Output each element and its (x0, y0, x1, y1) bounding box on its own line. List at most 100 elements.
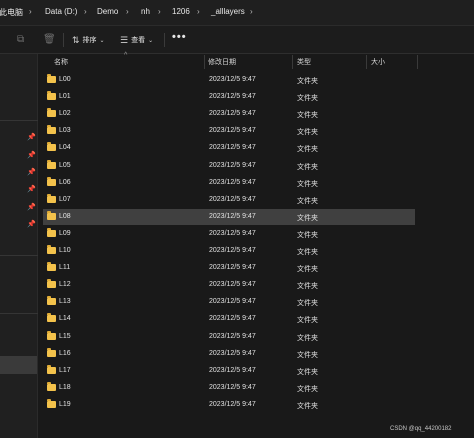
column-divider[interactable] (292, 55, 293, 69)
file-date: 2023/12/5 9:47 (209, 144, 256, 152)
column-header-name[interactable]: 名称 (54, 57, 68, 67)
breadcrumb-item-drive[interactable]: Data (D:) (45, 7, 77, 16)
folder-icon (47, 347, 56, 357)
more-options-button[interactable]: ••• (172, 31, 187, 43)
chevron-right-icon[interactable]: › (29, 7, 32, 16)
file-date: 2023/12/5 9:47 (209, 383, 256, 391)
table-row[interactable]: L02 2023/12/5 9:47 文件夹 (43, 106, 415, 122)
breadcrumb-item-nh[interactable]: nh (141, 7, 150, 16)
table-row[interactable]: L16 2023/12/5 9:47 文件夹 (43, 346, 415, 362)
table-row[interactable]: L10 2023/12/5 9:47 文件夹 (43, 243, 415, 259)
table-row[interactable]: L12 2023/12/5 9:47 文件夹 (43, 277, 415, 293)
pin-icon[interactable]: 📌 (27, 133, 36, 141)
sort-button[interactable]: ⇅ 排序 ⌄ (72, 33, 105, 47)
table-row[interactable]: L00 2023/12/5 9:47 文件夹 (43, 72, 415, 88)
file-name: L15 (59, 332, 71, 340)
breadcrumb-item-this-pc[interactable]: 此电脑 (0, 7, 23, 18)
table-row[interactable]: L05 2023/12/5 9:47 文件夹 (43, 158, 415, 174)
column-header-type[interactable]: 类型 (297, 57, 311, 67)
file-name: L01 (59, 93, 71, 101)
table-row[interactable]: L18 2023/12/5 9:47 文件夹 (43, 380, 415, 396)
pin-icon[interactable]: 📌 (27, 185, 36, 193)
folder-icon (47, 176, 56, 186)
pin-icon[interactable]: 📌 (27, 168, 36, 176)
file-date: 2023/12/5 9:47 (209, 400, 256, 408)
column-header-date[interactable]: 修改日期 (208, 57, 236, 67)
file-date: 2023/12/5 9:47 (209, 178, 256, 186)
file-name: L11 (59, 264, 71, 272)
file-date: 2023/12/5 9:47 (209, 229, 256, 237)
folder-icon (47, 245, 56, 254)
file-date: 2023/12/5 9:47 (209, 315, 256, 323)
file-type: 文件夹 (297, 351, 318, 359)
file-date: 2023/12/5 9:47 (209, 93, 256, 101)
table-row[interactable]: L08 2023/12/5 9:47 文件夹 (43, 208, 415, 225)
pin-icon[interactable]: 📌 (27, 203, 36, 211)
view-label: 查看 (131, 37, 146, 44)
file-date: 2023/12/5 9:47 (209, 161, 256, 169)
folder-icon (47, 364, 56, 374)
sidebar-divider (0, 120, 38, 121)
chevron-right-icon[interactable]: › (158, 7, 161, 16)
table-row[interactable]: L11 2023/12/5 9:47 文件夹 (43, 260, 415, 276)
file-name: L02 (59, 110, 71, 118)
chevron-right-icon[interactable]: › (126, 7, 129, 16)
file-name: L13 (59, 298, 71, 306)
table-row[interactable]: L09 2023/12/5 9:47 文件夹 (43, 226, 415, 242)
column-divider[interactable] (417, 55, 418, 69)
file-type: 文件夹 (297, 95, 318, 103)
pin-icon[interactable]: 📌 (27, 220, 36, 228)
table-row[interactable]: L14 2023/12/5 9:47 文件夹 (43, 311, 415, 327)
share-icon[interactable]: ⧉ (17, 34, 24, 45)
table-row[interactable]: L15 2023/12/5 9:47 文件夹 (43, 329, 415, 345)
file-type: 文件夹 (297, 249, 318, 256)
file-name: L14 (59, 315, 71, 323)
file-date: 2023/12/5 9:47 (209, 195, 256, 203)
sidebar-item-selected[interactable] (0, 356, 37, 374)
delete-icon[interactable]: 🗑 (43, 34, 56, 45)
file-date: 2023/12/5 9:47 (209, 127, 256, 135)
table-row[interactable]: L03 2023/12/5 9:47 文件夹 (43, 123, 415, 139)
view-icon: ☰ (120, 34, 129, 45)
column-divider[interactable] (204, 55, 205, 69)
sort-label: 排序 (82, 37, 97, 44)
file-date: 2023/12/5 9:47 (209, 264, 256, 272)
sidebar-divider (0, 313, 38, 314)
chevron-right-icon[interactable]: › (197, 7, 200, 16)
file-date: 2023/12/5 9:47 (209, 76, 256, 83)
table-row[interactable]: L13 2023/12/5 9:47 文件夹 (43, 294, 415, 310)
file-name: L00 (59, 76, 71, 83)
table-row[interactable]: L19 2023/12/5 9:47 文件夹 (43, 397, 415, 413)
folder-icon (47, 108, 56, 118)
chevron-right-icon[interactable]: › (84, 7, 87, 16)
file-name: L10 (59, 247, 71, 254)
table-row[interactable]: L17 2023/12/5 9:47 文件夹 (43, 363, 415, 379)
file-name: L03 (59, 127, 71, 135)
watermark-text: CSDN @qq_44200182 (390, 426, 452, 432)
table-row[interactable]: L01 2023/12/5 9:47 文件夹 (43, 89, 415, 105)
file-type: 文件夹 (297, 300, 318, 308)
breadcrumb-item-demo[interactable]: Demo (97, 7, 118, 16)
view-button[interactable]: ☰ 查看 ⌄ (120, 33, 153, 47)
folder-icon (47, 142, 56, 152)
chevron-right-icon[interactable]: › (250, 7, 253, 16)
table-row[interactable]: L04 2023/12/5 9:47 文件夹 (43, 140, 415, 156)
file-date: 2023/12/5 9:47 (209, 247, 256, 254)
breadcrumb-item-alllayers[interactable]: _alllayers (211, 7, 245, 16)
navigation-pane: 📌 📌 📌 📌 📌 📌 (0, 54, 38, 438)
file-name: L09 (59, 229, 71, 237)
file-type: 文件夹 (297, 214, 318, 222)
file-name: L08 (59, 212, 71, 220)
table-row[interactable]: L06 2023/12/5 9:47 文件夹 (43, 175, 415, 191)
sidebar-divider (0, 255, 38, 256)
column-divider[interactable] (366, 55, 367, 69)
file-type: 文件夹 (297, 317, 318, 325)
file-type: 文件夹 (297, 146, 318, 154)
file-name: L06 (59, 178, 71, 186)
folder-icon (47, 296, 56, 306)
pin-icon[interactable]: 📌 (27, 151, 36, 159)
table-row[interactable]: L07 2023/12/5 9:47 文件夹 (43, 192, 415, 208)
breadcrumb-item-1206[interactable]: 1206 (172, 7, 190, 16)
column-header-size[interactable]: 大小 (371, 57, 385, 67)
folder-icon (47, 279, 56, 289)
